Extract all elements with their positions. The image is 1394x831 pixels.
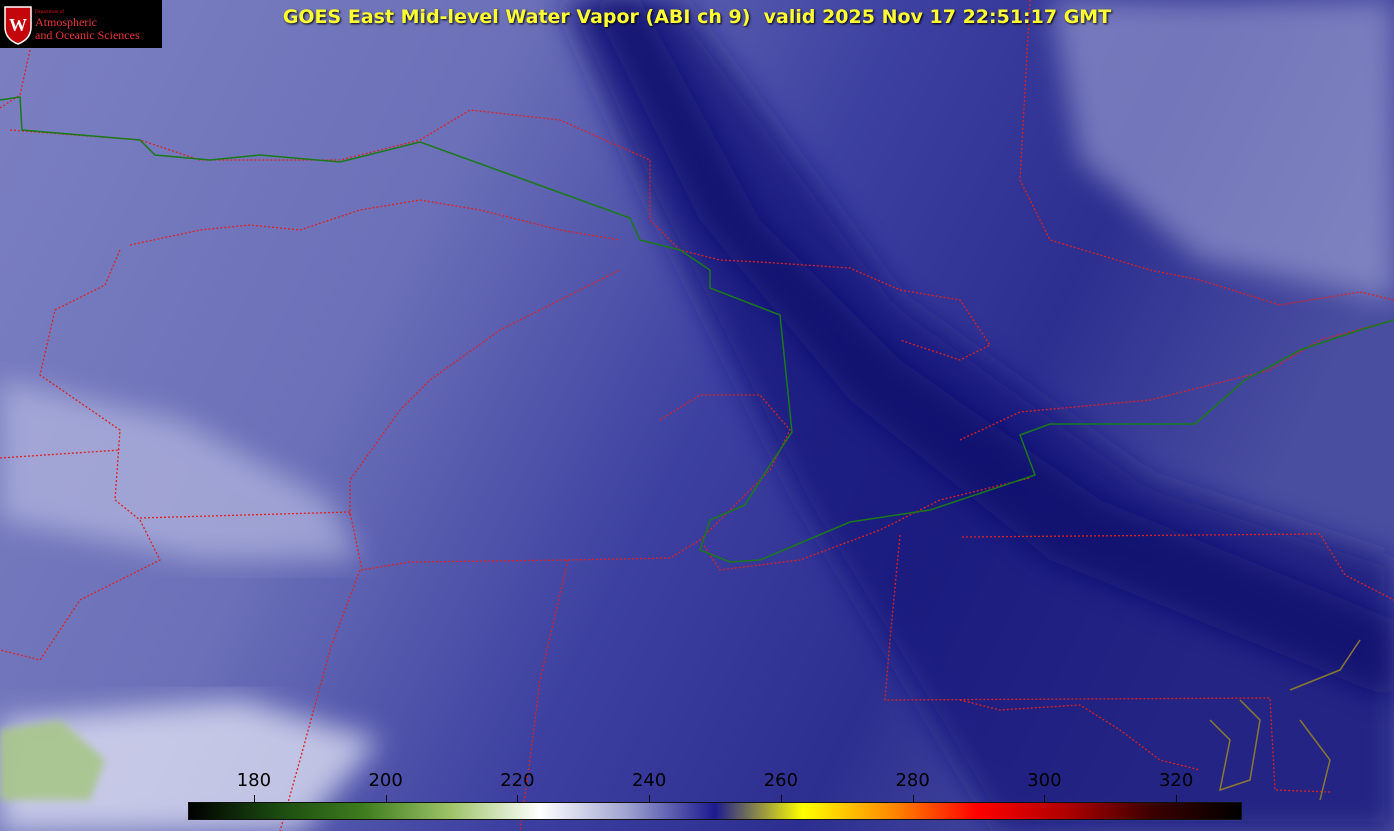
page-title: GOES East Mid-level Water Vapor (ABI ch …	[282, 6, 1112, 28]
colorbar-tick-mark	[912, 795, 914, 802]
colorbar-tick-mark	[385, 795, 387, 802]
colorbar-tick-mark	[1044, 795, 1046, 802]
colorbar-tick-label: 260	[763, 770, 799, 791]
satellite-image-view: GOES East Mid-level Water Vapor (ABI ch …	[0, 0, 1394, 831]
aos-logo: W Department of Atmospheric and Oceanic …	[0, 0, 162, 48]
seal-letter: W	[9, 15, 27, 35]
uw-seal-icon: W	[4, 6, 32, 45]
colorbar-tick-mark	[649, 795, 651, 802]
colorbar-tick-mark	[780, 795, 782, 802]
colorbar-tick-label: 200	[368, 770, 403, 791]
colorbar-tick-label: 180	[236, 770, 272, 791]
colorbar-tick-mark	[1176, 795, 1178, 802]
water-vapor-map	[0, 0, 1394, 831]
colorbar-tick-label: 300	[1027, 770, 1062, 791]
colorbar-tick-label: 220	[500, 770, 535, 791]
logo-line2: and Oceanic Sciences	[35, 28, 140, 42]
colorbar-tick-label: 240	[631, 770, 667, 791]
colorbar-tick-label: 320	[1158, 770, 1194, 791]
colorbar-tick-label: 280	[895, 770, 930, 791]
colorbar-tick-mark	[517, 795, 519, 802]
colorbar-tick-mark	[253, 795, 255, 802]
colorbar	[188, 802, 1242, 820]
